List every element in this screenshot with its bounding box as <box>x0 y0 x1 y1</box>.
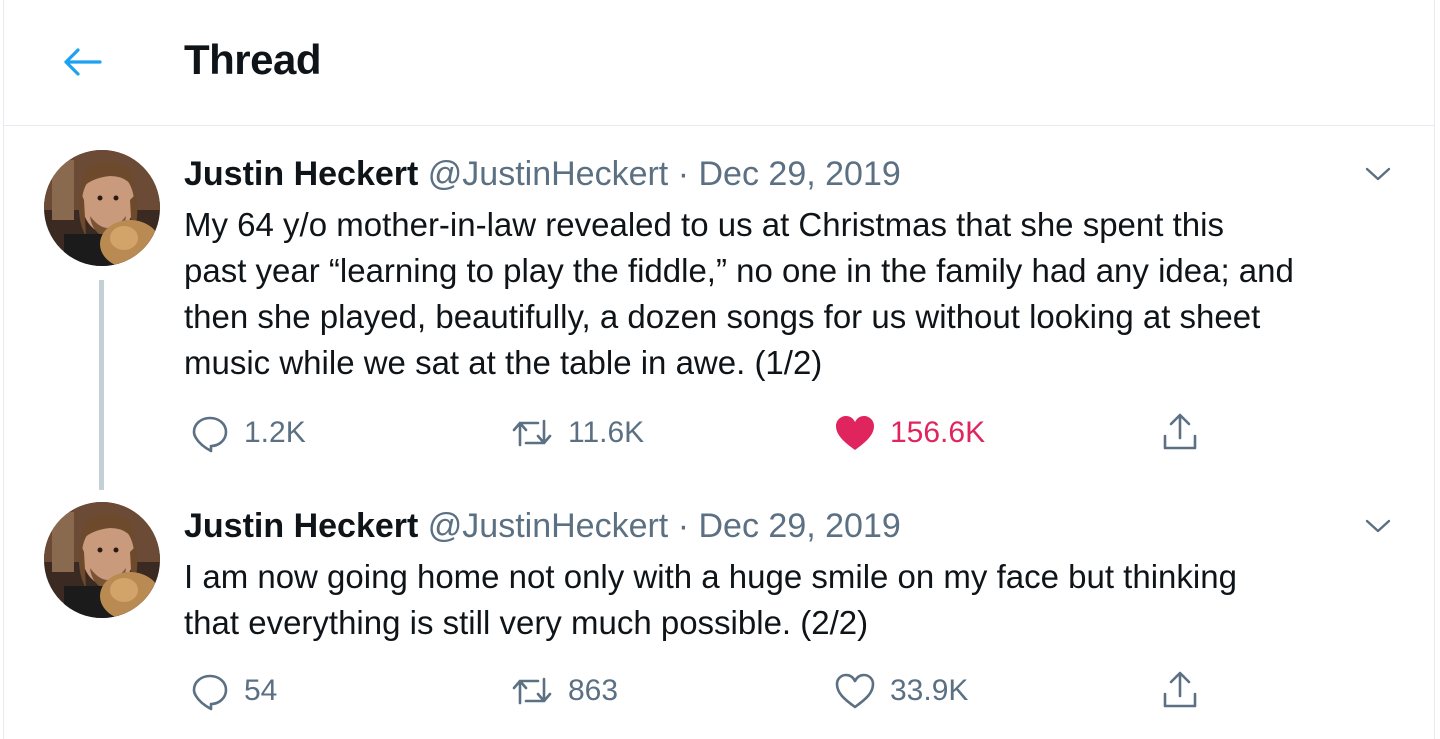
like-button[interactable]: 156.6K <box>834 408 985 458</box>
like-count: 156.6K <box>890 416 986 449</box>
share-button[interactable] <box>1160 408 1200 458</box>
avatar-image <box>44 150 160 266</box>
more-options-button[interactable] <box>1358 154 1398 194</box>
retweet-count: 11.6K <box>568 416 645 449</box>
tweet-date[interactable]: Dec 29, 2019 <box>699 155 901 193</box>
page-header: Thread <box>4 0 1434 126</box>
tweet-actions: 1.2K 11.6K 156.6K <box>184 408 1224 458</box>
heart-icon <box>835 673 875 709</box>
page-title: Thread <box>184 36 322 83</box>
like-count: 33.9K <box>890 674 969 707</box>
thread-connector-line <box>99 280 104 490</box>
retweet-button[interactable]: 11.6K <box>510 408 644 458</box>
avatar-image <box>44 502 160 618</box>
reply-count: 1.2K <box>244 416 306 449</box>
thread-page: Thread Justin Heckert @JustinHeckert · D… <box>3 0 1435 739</box>
reply-button[interactable]: 1.2K <box>190 408 306 458</box>
back-arrow-icon <box>64 48 102 76</box>
tweet-text: My 64 y/o mother-in-law revealed to us a… <box>184 206 1294 381</box>
retweet-count: 863 <box>568 674 619 707</box>
retweet-icon <box>512 419 552 447</box>
reply-count: 54 <box>244 674 278 707</box>
share-icon <box>1163 671 1197 708</box>
tweet-actions: 54 863 33.9K <box>184 666 1224 716</box>
author-name[interactable]: Justin Heckert <box>184 507 418 545</box>
like-button[interactable]: 33.9K <box>834 666 968 716</box>
avatar[interactable] <box>44 150 160 266</box>
meta-separator: · <box>677 507 690 545</box>
share-icon <box>1163 413 1197 450</box>
tweet-text: I am now going home not only with a huge… <box>184 558 1237 641</box>
share-button[interactable] <box>1160 666 1200 716</box>
back-button[interactable] <box>52 38 112 86</box>
tweet-meta: Justin Heckert @JustinHeckert · Dec 29, … <box>184 154 901 194</box>
tweet-meta: Justin Heckert @JustinHeckert · Dec 29, … <box>184 506 901 546</box>
meta-separator: · <box>677 155 690 193</box>
retweet-icon <box>512 677 552 705</box>
tweet-date[interactable]: Dec 29, 2019 <box>699 507 901 545</box>
reply-icon <box>192 674 228 711</box>
retweet-button[interactable]: 863 <box>510 666 618 716</box>
avatar[interactable] <box>44 502 160 618</box>
chevron-down-icon <box>1365 519 1391 533</box>
heart-filled-icon <box>836 416 874 450</box>
author-handle[interactable]: @JustinHeckert <box>428 507 668 545</box>
author-handle[interactable]: @JustinHeckert <box>428 155 668 193</box>
more-options-button[interactable] <box>1358 506 1398 546</box>
author-name[interactable]: Justin Heckert <box>184 155 418 193</box>
chevron-down-icon <box>1365 167 1391 181</box>
reply-button[interactable]: 54 <box>190 666 277 716</box>
reply-icon <box>192 416 228 453</box>
